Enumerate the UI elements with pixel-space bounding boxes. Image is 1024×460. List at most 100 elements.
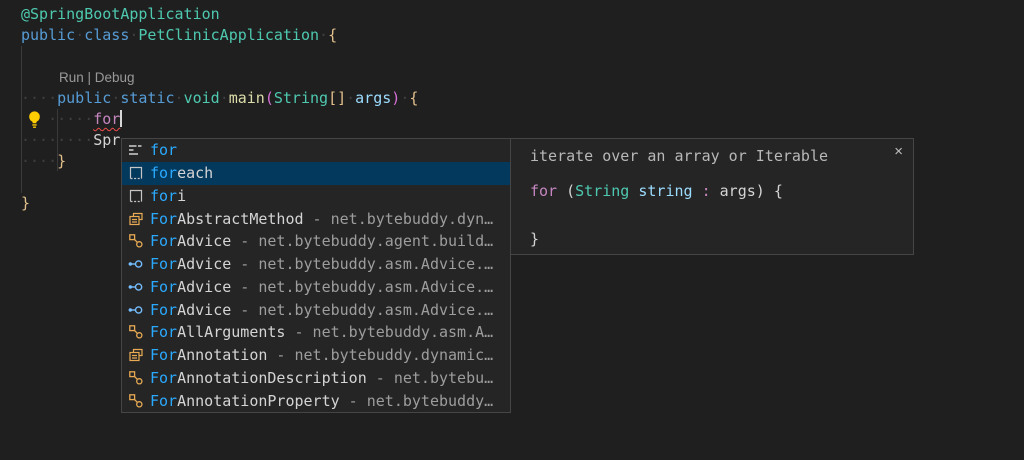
snippet-icon bbox=[128, 188, 144, 204]
doc-code-line bbox=[530, 203, 783, 227]
suggestion-item-forannotationproperty[interactable]: ForAnnotationProperty - net.bytebuddy… bbox=[122, 389, 510, 412]
suggest-widget: for foreach fori ForAbstractMethod - net.by… bbox=[121, 138, 511, 413]
code-token: · bbox=[75, 26, 84, 44]
codelens-debug-link[interactable]: Debug bbox=[95, 70, 135, 85]
suggestion-label: ForAnnotationProperty bbox=[150, 392, 340, 410]
code-token: : bbox=[693, 182, 720, 200]
code-line[interactable]: ·····for bbox=[0, 109, 1024, 130]
lightbulb-icon[interactable] bbox=[25, 110, 44, 129]
suggestion-label: ForAnnotationDescription bbox=[150, 369, 367, 387]
codelens-run-link[interactable]: Run bbox=[59, 70, 84, 85]
code-token bbox=[557, 182, 566, 200]
code-token: ···· bbox=[21, 89, 57, 107]
code-token: class bbox=[84, 26, 129, 44]
suggestion-detail: - net.bytebuddy.asm.Advice.… bbox=[231, 301, 493, 319]
code-token: · bbox=[175, 89, 184, 107]
code-token: for bbox=[530, 182, 557, 200]
code-token: } bbox=[21, 194, 30, 212]
suggest-docs-panel: iterate over an array or Iterable × for … bbox=[510, 138, 914, 255]
doc-code-line: } bbox=[530, 227, 783, 251]
class-icon bbox=[128, 393, 144, 409]
suggestion-label: ForAdvice bbox=[150, 278, 231, 296]
code-token: [] bbox=[328, 89, 346, 107]
doc-code-line: for (String string : args) { bbox=[530, 179, 783, 203]
code-line[interactable]: @SpringBootApplication bbox=[0, 4, 1024, 25]
code-token: string bbox=[638, 182, 692, 200]
code-token: public bbox=[21, 26, 75, 44]
suggestion-label: ForAbstractMethod bbox=[150, 210, 304, 228]
suggestion-item-for[interactable]: for bbox=[122, 139, 510, 162]
suggestion-detail: - net.bytebuddy.asm.A… bbox=[285, 323, 493, 341]
suggestion-label: ForAdvice bbox=[150, 232, 231, 250]
suggestion-item-foradvice[interactable]: ForAdvice - net.bytebuddy.asm.Advice.… bbox=[122, 253, 510, 276]
suggest-list: for foreach fori ForAbstractMethod - net.by… bbox=[122, 139, 510, 412]
class-icon bbox=[128, 324, 144, 340]
code-token: Spr bbox=[93, 131, 120, 149]
suggestion-item-forallarguments[interactable]: ForAllArguments - net.bytebuddy.asm.A… bbox=[122, 321, 510, 344]
code-token: args bbox=[355, 89, 391, 107]
doc-code-snippet: for (String string : args) {} bbox=[530, 179, 783, 251]
suggestion-detail: - net.bytebuddy.dynamic… bbox=[267, 346, 493, 364]
suggestion-item-foradvice[interactable]: ForAdvice - net.bytebuddy.asm.Advice.… bbox=[122, 276, 510, 299]
code-token: ) bbox=[391, 89, 400, 107]
suggestion-label: ForAllArguments bbox=[150, 323, 285, 341]
suggestion-item-foradvice[interactable]: ForAdvice - net.bytebuddy.asm.Advice.… bbox=[122, 298, 510, 321]
code-token: public bbox=[57, 89, 111, 107]
suggestion-detail: - net.bytebuddy… bbox=[340, 392, 494, 410]
doc-title: iterate over an array or Iterable bbox=[530, 147, 828, 165]
code-token: String bbox=[575, 182, 629, 200]
suggestion-label: ForAnnotation bbox=[150, 346, 267, 364]
class-icon bbox=[128, 370, 144, 386]
code-token: { bbox=[409, 89, 418, 107]
code-token: { bbox=[328, 26, 337, 44]
suggestion-item-foreach[interactable]: foreach bbox=[122, 162, 510, 185]
suggestion-item-foradvice[interactable]: ForAdvice - net.bytebuddy.agent.build… bbox=[122, 230, 510, 253]
interface-icon bbox=[128, 256, 144, 272]
code-token: static bbox=[120, 89, 174, 107]
vscode-editor-window: { "colors": { "editor_background": "#1F1… bbox=[0, 0, 1024, 460]
code-token: · bbox=[111, 89, 120, 107]
close-icon[interactable]: × bbox=[894, 143, 903, 161]
code-line[interactable]: public·class·PetClinicApplication·{ bbox=[0, 25, 1024, 46]
code-token: ···· bbox=[21, 152, 57, 170]
suggestion-item-forannotation[interactable]: ForAnnotation - net.bytebuddy.dynamic… bbox=[122, 344, 510, 367]
suggestion-label: ForAdvice bbox=[150, 255, 231, 273]
indent-guide bbox=[57, 109, 58, 171]
suggestion-label: foreach bbox=[150, 164, 213, 182]
suggestion-detail: - net.bytebuddy.asm.Advice.… bbox=[231, 278, 493, 296]
code-token: ( bbox=[566, 182, 575, 200]
code-token: main bbox=[229, 89, 265, 107]
code-line[interactable] bbox=[0, 46, 1024, 67]
interface-icon bbox=[128, 302, 144, 318]
suggestion-detail: - net.bytebuddy.agent.build… bbox=[231, 232, 493, 250]
code-token: } bbox=[57, 152, 66, 170]
suggestion-label: fori bbox=[150, 187, 186, 205]
code-token: · bbox=[346, 89, 355, 107]
suggestion-detail: - net.bytebuddy.dyn… bbox=[304, 210, 494, 228]
codelens: Run | Debug bbox=[0, 67, 1024, 88]
suggestion-detail: - net.bytebu… bbox=[367, 369, 493, 387]
code-token: for bbox=[93, 110, 120, 128]
code-token: void bbox=[184, 89, 220, 107]
code-token: } bbox=[530, 230, 539, 248]
code-token: ····· bbox=[48, 110, 93, 128]
codelens-separator: | bbox=[84, 70, 95, 85]
suggestion-item-forannotationdescription[interactable]: ForAnnotationDescription - net.bytebu… bbox=[122, 367, 510, 390]
code-token: @SpringBootApplication bbox=[21, 5, 220, 23]
interface-icon bbox=[128, 279, 144, 295]
suggestion-item-fori[interactable]: fori bbox=[122, 185, 510, 208]
code-line[interactable]: ····public·static·void·main(String[]·arg… bbox=[0, 88, 1024, 109]
enum-icon bbox=[128, 211, 144, 227]
text-cursor bbox=[120, 110, 122, 127]
code-token: · bbox=[319, 26, 328, 44]
suggestion-label: ForAdvice bbox=[150, 301, 231, 319]
suggestion-item-forabstractmethod[interactable]: ForAbstractMethod - net.bytebuddy.dyn… bbox=[122, 207, 510, 230]
code-token: ( bbox=[265, 89, 274, 107]
code-token: PetClinicApplication bbox=[138, 26, 319, 44]
code-token: args) { bbox=[720, 182, 783, 200]
suggestion-detail: - net.bytebuddy.asm.Advice.… bbox=[231, 255, 493, 273]
snippet-icon bbox=[128, 165, 144, 181]
code-token: · bbox=[400, 89, 409, 107]
keyword-icon bbox=[128, 142, 144, 158]
code-token: String bbox=[274, 89, 328, 107]
